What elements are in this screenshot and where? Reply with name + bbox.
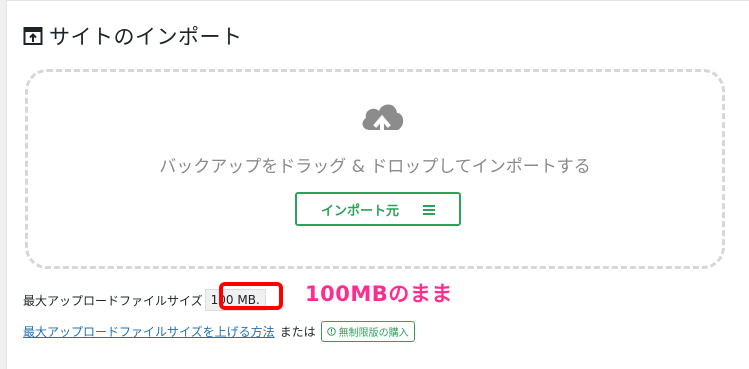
page-header: サイトのインポート	[23, 21, 243, 51]
cloud-upload-icon	[358, 98, 406, 138]
or-text: または	[279, 325, 316, 339]
drop-zone[interactable]: バックアップをドラッグ & ドロップしてインポートする インポート元	[25, 69, 725, 269]
import-panel: サイトのインポート バックアップをドラッグ & ドロップしてインポートする イン…	[6, 0, 749, 369]
import-icon	[23, 26, 43, 46]
import-from-button[interactable]: インポート元	[295, 192, 461, 226]
annotation-highlight-box	[219, 282, 283, 310]
buy-unlimited-button[interactable]: 無制限版の購入	[320, 321, 415, 342]
page-title: サイトのインポート	[49, 25, 243, 49]
upgrade-links: 最大アップロードファイルサイズを上げる方法 または 無制限版の購入	[23, 321, 415, 342]
menu-icon	[423, 204, 435, 215]
buy-unlimited-label: 無制限版の購入	[338, 328, 409, 339]
info-icon	[326, 327, 336, 336]
max-size-label: 最大アップロードファイルサイズ	[23, 293, 203, 308]
increase-size-link[interactable]: 最大アップロードファイルサイズを上げる方法	[23, 323, 275, 340]
drop-instruction: バックアップをドラッグ & ドロップしてインポートする	[159, 157, 591, 177]
import-from-label: インポート元	[320, 203, 399, 219]
annotation-text: 100MBのまま	[305, 282, 453, 306]
